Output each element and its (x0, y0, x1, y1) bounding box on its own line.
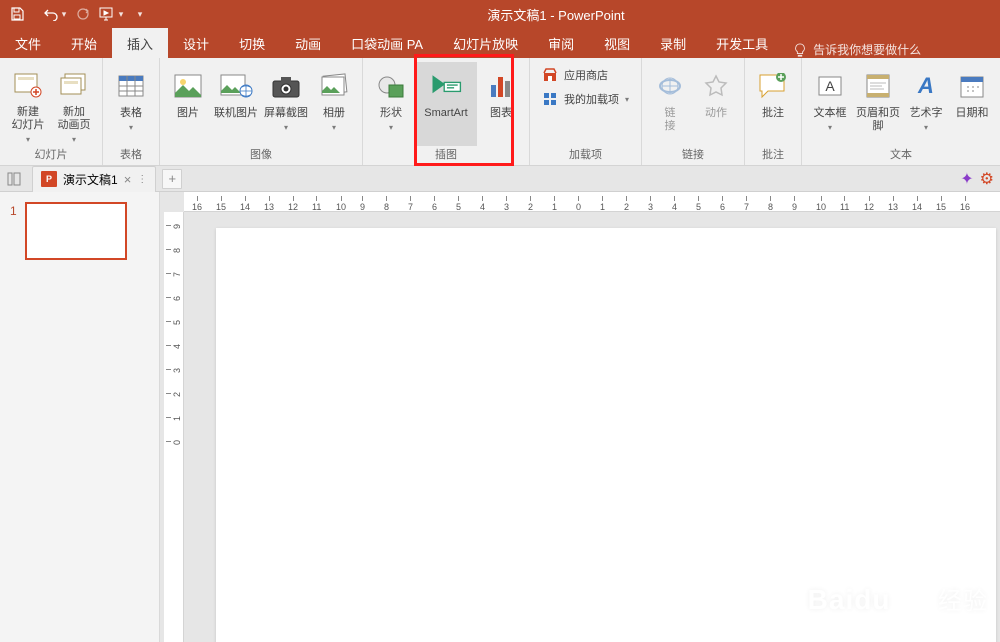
undo-dropdown[interactable]: ▾ (62, 9, 67, 20)
slide-thumbnail-1[interactable]: 1 (0, 202, 159, 260)
group-comments: 批注 批注 (745, 58, 802, 165)
tab-developer[interactable]: 开发工具 (701, 28, 783, 58)
date-time-icon (954, 68, 990, 104)
header-footer-icon (860, 68, 896, 104)
new-slide-icon (10, 68, 46, 103)
title-bar: ▾ ▾ ▾ 演示文稿1 - PowerPoint (0, 0, 1000, 28)
document-tab[interactable]: P 演示文稿1 × ⋮ (32, 166, 156, 192)
tab-view[interactable]: 视图 (589, 28, 645, 58)
my-addins-button[interactable]: 我的加载项 ▾ (536, 88, 635, 110)
photo-album-icon (316, 68, 352, 104)
new-anim-page-button[interactable]: 新加 动画页▾ (52, 62, 96, 146)
group-tables: 表格▾ 表格 (103, 58, 160, 165)
slide-thumbnail-panel: 1 (0, 192, 160, 642)
lightbulb-icon (793, 43, 807, 57)
tab-record[interactable]: 录制 (645, 28, 701, 58)
slide-canvas[interactable] (216, 228, 996, 642)
tell-me-search[interactable]: 告诉我你想要做什么 (783, 41, 931, 58)
textbox-icon: A (812, 68, 848, 104)
textbox-button[interactable]: A 文本框▾ (808, 62, 852, 146)
pictures-button[interactable]: 图片 (166, 62, 210, 146)
ribbon: 新建 幻灯片▾ 新加 动画页▾ 幻灯片 表格▾ 表格 图片 (0, 58, 1000, 166)
undo-icon (44, 7, 60, 21)
slideshow-icon (99, 7, 117, 21)
comment-icon (755, 68, 791, 104)
undo-button[interactable]: ▾ (42, 2, 68, 26)
online-pictures-button[interactable]: 联机图片 (212, 62, 260, 146)
svg-text:A: A (917, 73, 934, 98)
hyperlink-icon (652, 68, 688, 104)
app-store-button[interactable]: 应用商店 (536, 64, 635, 86)
date-time-button[interactable]: 日期和 (950, 62, 994, 146)
tab-transitions[interactable]: 切换 (224, 28, 280, 58)
hyperlink-button[interactable]: 链 接 (648, 62, 692, 146)
table-icon (113, 68, 149, 104)
group-illustrations: 形状▾ SmartArt 图表 插图 (363, 58, 530, 165)
redo-button[interactable] (70, 2, 96, 26)
qat-customize[interactable]: ▾ (126, 2, 152, 26)
new-slide-button[interactable]: 新建 幻灯片▾ (6, 62, 50, 146)
group-text: A 文本框▾ 页眉和页脚 A 艺术字▾ 日期和 文本 (802, 58, 1000, 165)
table-button[interactable]: 表格▾ (109, 62, 153, 146)
shapes-button[interactable]: 形状▾ (369, 62, 413, 146)
action-icon (698, 68, 734, 104)
shapes-icon (373, 68, 409, 104)
svg-text:A: A (825, 78, 835, 94)
store-icon (542, 67, 558, 83)
tab-home[interactable]: 开始 (56, 28, 112, 58)
group-links: 链 接 动作 链接 (642, 58, 745, 165)
new-tab-button[interactable]: + (162, 169, 182, 189)
close-tab-button[interactable]: × (124, 172, 132, 187)
chart-button[interactable]: 图表 (479, 62, 523, 146)
smartart-button[interactable]: SmartArt (415, 62, 477, 146)
header-footer-button[interactable]: 页眉和页脚 (854, 62, 902, 146)
save-button[interactable] (4, 2, 30, 26)
tab-pocket-animation[interactable]: 口袋动画 PA (336, 28, 438, 58)
online-pictures-icon (218, 68, 254, 104)
chart-icon (483, 68, 519, 104)
start-slideshow-button[interactable]: ▾ (98, 2, 124, 26)
window-title: 演示文稿1 - PowerPoint (152, 5, 960, 24)
tab-menu-icon[interactable]: ⋮ (137, 174, 147, 185)
tab-file[interactable]: 文件 (0, 28, 56, 58)
tab-review[interactable]: 审阅 (533, 28, 589, 58)
horizontal-ruler: 1615141312111098765432101234567891011121… (184, 192, 1000, 212)
addins-icon (542, 91, 558, 107)
powerpoint-icon: P (41, 171, 57, 187)
ribbon-tabs: 文件 开始 插入 设计 切换 动画 口袋动画 PA 幻灯片放映 审阅 视图 录制… (0, 28, 1000, 58)
slide-edit-area: 1615141312111098765432101234567891011121… (160, 192, 1000, 642)
slide-thumbnail-preview (25, 202, 127, 260)
photo-album-button[interactable]: 相册▾ (312, 62, 356, 146)
new-anim-page-icon (56, 68, 92, 103)
tab-insert[interactable]: 插入 (112, 28, 168, 58)
redo-icon (76, 7, 90, 21)
screenshot-button[interactable]: 屏幕截图▾ (262, 62, 310, 146)
document-tab-bar: P 演示文稿1 × ⋮ + ✦ ⚙ (0, 166, 1000, 192)
group-images: 图片 联机图片 屏幕截图▾ 相册▾ 图像 (160, 58, 363, 165)
vertical-ruler: 9876543210 (164, 212, 184, 642)
save-icon (10, 7, 24, 21)
tab-slideshow[interactable]: 幻灯片放映 (438, 28, 533, 58)
comment-button[interactable]: 批注 (751, 62, 795, 146)
settings-icon[interactable]: ⚙ (980, 169, 994, 189)
quick-access-toolbar: ▾ ▾ ▾ (0, 2, 152, 26)
editor-area: 1 16151413121110987654321012345678910111… (0, 192, 1000, 642)
slideshow-dropdown[interactable]: ▾ (119, 9, 124, 20)
watermark: Baidu 经验 jingyan.baidu.com (808, 581, 988, 630)
wordart-icon: A (908, 68, 944, 104)
tab-animations[interactable]: 动画 (280, 28, 336, 58)
document-tab-title: 演示文稿1 (63, 171, 118, 188)
thumbnails-toggle[interactable] (4, 169, 24, 189)
favorite-icon[interactable]: ✦ (960, 169, 973, 189)
pictures-icon (170, 68, 206, 104)
group-addins: 应用商店 我的加载项 ▾ 加载项 (530, 58, 642, 165)
wordart-button[interactable]: A 艺术字▾ (904, 62, 948, 146)
group-slides: 新建 幻灯片▾ 新加 动画页▾ 幻灯片 (0, 58, 103, 165)
action-button[interactable]: 动作 (694, 62, 738, 146)
screenshot-icon (268, 68, 304, 104)
tab-design[interactable]: 设计 (168, 28, 224, 58)
smartart-icon (428, 68, 464, 104)
